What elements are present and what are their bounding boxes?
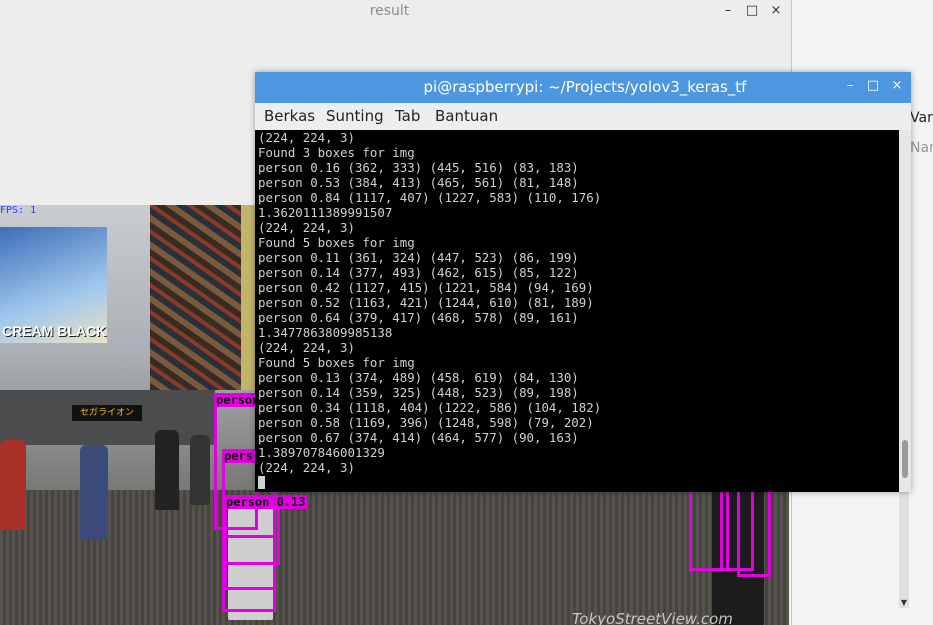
billboard: CREAM BLACK — [0, 227, 107, 343]
terminal-window: pi@raspberrypi: ~/Projects/yolov3_keras_… — [255, 72, 911, 492]
terminal-line: person 0.58 (1169, 396) (1248, 598) (79,… — [258, 415, 594, 430]
menu-bantuan[interactable]: Bantuan — [435, 107, 498, 125]
terminal-line: 1.389707846001329 — [258, 445, 385, 460]
terminal-titlebar[interactable]: pi@raspberrypi: ~/Projects/yolov3_keras_… — [255, 72, 911, 103]
shop-sign: セガライオン — [72, 405, 142, 421]
building-mural — [150, 205, 242, 390]
terminal-line: person 0.42 (1127, 415) (1221, 584) (94,… — [258, 280, 594, 295]
result-window-title: result — [369, 3, 410, 19]
terminal-output: (224, 224, 3) Found 3 boxes for img person… — [255, 130, 601, 490]
detection-label: pers — [222, 449, 255, 463]
billboard-text: CREAM BLACK — [2, 323, 107, 339]
minimize-button[interactable]: – — [721, 3, 735, 19]
pedestrian — [190, 435, 210, 505]
terminal-line: person 0.14 (377, 493) (462, 615) (85, 1… — [258, 265, 579, 280]
detection-box — [224, 535, 276, 590]
terminal-output-area[interactable]: (224, 224, 3) Found 3 boxes for img person… — [255, 130, 899, 492]
terminal-menubar: Berkas Sunting Tab Bantuan — [255, 103, 911, 131]
pedestrian — [80, 445, 108, 540]
terminal-line: person 0.67 (374, 414) (464, 577) (90, 1… — [258, 430, 579, 445]
terminal-line: 1.3477863809985138 — [258, 325, 393, 340]
detection-label: person 0.13 — [224, 495, 308, 509]
watermark: TokyoStreetView.com — [572, 610, 733, 625]
terminal-line: Found 5 boxes for img — [258, 355, 415, 370]
maximize-button[interactable]: □ — [745, 3, 759, 19]
terminal-line: (224, 224, 3) — [258, 220, 355, 235]
fps-label: FPS: 1 — [0, 205, 37, 216]
terminal-line: Found 5 boxes for img — [258, 235, 415, 250]
terminal-line: person 0.11 (361, 324) (447, 523) (86, 1… — [258, 250, 579, 265]
terminal-line: 1.3620111389991507 — [258, 205, 393, 220]
terminal-line: (224, 224, 3) — [258, 460, 355, 475]
close-button[interactable]: × — [769, 3, 783, 19]
terminal-line: person 0.64 (379, 417) (468, 578) (89, 1… — [258, 310, 579, 325]
terminal-line: person 0.53 (384, 413) (465, 561) (81, 1… — [258, 175, 579, 190]
terminal-close-button[interactable]: × — [890, 78, 904, 94]
result-titlebar[interactable]: result – □ × — [0, 0, 791, 24]
terminal-maximize-button[interactable]: □ — [866, 78, 880, 94]
background-app-menu-item[interactable]: Var — [910, 110, 933, 126]
terminal-scroll-thumb[interactable] — [902, 440, 908, 478]
terminal-line: person 0.34 (1118, 404) (1222, 586) (104… — [258, 400, 602, 415]
terminal-line: person 0.13 (374, 489) (458, 619) (84, 1… — [258, 370, 579, 385]
terminal-minimize-button[interactable]: – — [843, 78, 857, 94]
pedestrian — [0, 440, 26, 530]
terminal-line: person 0.84 (1117, 407) (1227, 583) (110… — [258, 190, 602, 205]
terminal-title: pi@raspberrypi: ~/Projects/yolov3_keras_… — [423, 78, 747, 96]
menu-sunting[interactable]: Sunting — [326, 107, 384, 125]
street-pavement — [0, 490, 789, 625]
background-app-field[interactable]: Nar — [910, 140, 933, 156]
terminal-line: Found 3 boxes for img — [258, 145, 415, 160]
scroll-down-arrow-icon[interactable]: ▼ — [899, 598, 909, 608]
terminal-cursor — [258, 476, 265, 489]
terminal-line: person 0.52 (1163, 421) (1244, 610) (81,… — [258, 295, 594, 310]
terminal-scrollbar[interactable] — [899, 130, 911, 492]
menu-berkas[interactable]: Berkas — [264, 107, 315, 125]
menu-tab[interactable]: Tab — [395, 107, 420, 125]
terminal-line: (224, 224, 3) — [258, 340, 355, 355]
terminal-line: (224, 224, 3) — [258, 130, 355, 145]
pedestrian — [155, 430, 179, 510]
terminal-line: person 0.16 (362, 333) (445, 516) (83, 1… — [258, 160, 579, 175]
terminal-line: person 0.14 (359, 325) (448, 523) (89, 1… — [258, 385, 579, 400]
